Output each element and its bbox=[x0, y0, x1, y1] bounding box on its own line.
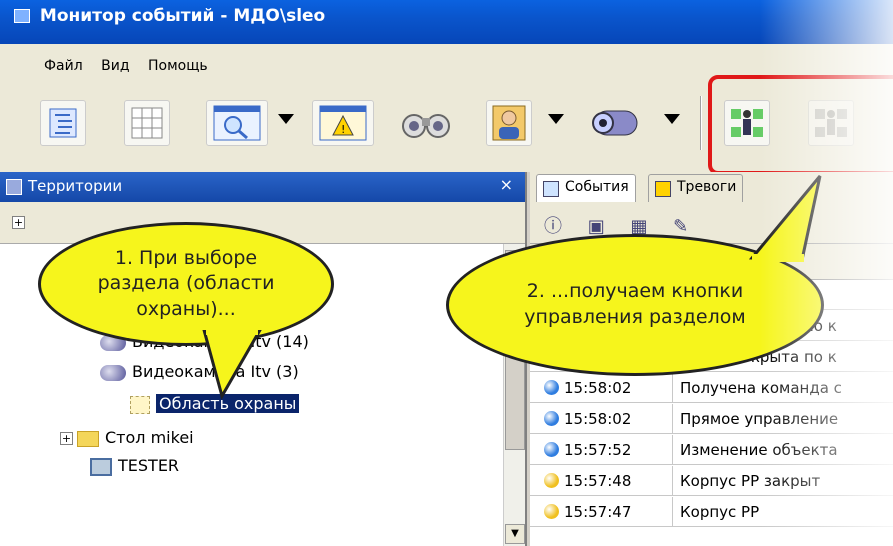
menu-file[interactable]: Файл bbox=[44, 58, 83, 74]
event-text: Корпус РР bbox=[680, 503, 760, 521]
status-icon bbox=[544, 473, 559, 488]
tree-item-tester[interactable]: TESTER bbox=[90, 456, 179, 482]
tree-item-label: TESTER bbox=[118, 456, 180, 475]
event-time: 15:58:02 bbox=[564, 410, 632, 428]
event-text: Получена команда с bbox=[680, 379, 842, 397]
status-icon bbox=[544, 411, 559, 426]
area-icon bbox=[130, 395, 150, 414]
camera-icon[interactable] bbox=[586, 100, 650, 146]
status-icon bbox=[544, 380, 559, 395]
territories-title: Территории bbox=[28, 177, 123, 195]
event-time: 15:58:02 bbox=[564, 379, 632, 397]
status-icon bbox=[544, 504, 559, 519]
folder-icon bbox=[77, 430, 99, 447]
table-row[interactable]: 15:57:47 Корпус РР bbox=[530, 497, 893, 527]
tree-item-label: Стол mikei bbox=[105, 428, 194, 447]
menu-help[interactable]: Помощь bbox=[148, 58, 208, 74]
tab-label: События bbox=[565, 179, 629, 195]
callout-first: 1. При выборе раздела (области охраны)..… bbox=[38, 222, 334, 346]
tab-alarms[interactable]: Тревоги bbox=[648, 174, 744, 202]
app-icon bbox=[14, 9, 30, 23]
tab-events[interactable]: События bbox=[536, 174, 636, 202]
alarm-icon bbox=[655, 181, 671, 197]
camera-icon bbox=[100, 364, 126, 381]
user-icon[interactable] bbox=[486, 100, 532, 146]
camera-dropdown-icon[interactable] bbox=[664, 114, 680, 124]
column-divider bbox=[672, 404, 673, 434]
event-text: Корпус РР закрыт bbox=[680, 472, 821, 490]
column-divider bbox=[672, 435, 673, 465]
scroll-down-icon[interactable]: ▼ bbox=[505, 524, 525, 544]
tab-label: Тревоги bbox=[677, 179, 737, 195]
window-title: Монитор событий - МДО\sleo bbox=[39, 6, 326, 26]
binoculars-icon[interactable] bbox=[396, 100, 456, 146]
callout-second-text: 2. ...получаем кнопки управления раздело… bbox=[524, 280, 746, 328]
territories-header: Территории × bbox=[0, 172, 525, 202]
column-divider bbox=[672, 466, 673, 496]
close-icon[interactable]: × bbox=[500, 175, 513, 194]
search-dropdown-icon[interactable] bbox=[278, 114, 294, 124]
event-time: 15:57:48 bbox=[564, 472, 632, 490]
tree-item-desk[interactable]: + Стол mikei bbox=[60, 428, 194, 454]
user-dropdown-icon[interactable] bbox=[548, 114, 564, 124]
callout-first-text: 1. При выборе раздела (области охраны)..… bbox=[97, 246, 275, 320]
table-row[interactable]: 15:57:48 Корпус РР закрыт bbox=[530, 466, 893, 496]
svg-text:!: ! bbox=[341, 123, 345, 136]
status-icon bbox=[544, 442, 559, 457]
events-tabs: События Тревоги bbox=[530, 172, 893, 202]
search-window-icon[interactable] bbox=[206, 100, 268, 146]
column-divider bbox=[672, 497, 673, 527]
territories-icon bbox=[6, 179, 22, 195]
table-row[interactable]: 15:57:52 Изменение объекта bbox=[530, 435, 893, 465]
table-row[interactable]: 15:58:02 Прямое управление bbox=[530, 404, 893, 434]
event-text: Прямое управление bbox=[680, 410, 839, 428]
window-title-bar: Монитор событий - МДО\sleo bbox=[0, 0, 893, 44]
callout-first-tail bbox=[202, 330, 262, 400]
column-divider bbox=[672, 373, 673, 403]
highlight-frame bbox=[708, 75, 893, 175]
alarm-window-icon[interactable]: ! bbox=[312, 100, 374, 146]
monitor-icon bbox=[90, 457, 112, 476]
event-time: 15:57:47 bbox=[564, 503, 632, 521]
grid-view-icon[interactable] bbox=[124, 100, 170, 146]
event-time: 15:57:52 bbox=[564, 441, 632, 459]
toolbar-separator bbox=[700, 96, 702, 150]
expand-icon[interactable]: + bbox=[60, 432, 73, 445]
event-text: Изменение объекта bbox=[680, 441, 838, 459]
expand-all-icon[interactable]: + bbox=[12, 216, 25, 229]
callout-second-tail bbox=[748, 175, 822, 262]
menu-view[interactable]: Вид bbox=[101, 58, 129, 74]
search-icon bbox=[543, 181, 559, 197]
tree-view-icon[interactable] bbox=[40, 100, 86, 146]
table-row[interactable]: 15:58:02 Получена команда с bbox=[530, 373, 893, 403]
